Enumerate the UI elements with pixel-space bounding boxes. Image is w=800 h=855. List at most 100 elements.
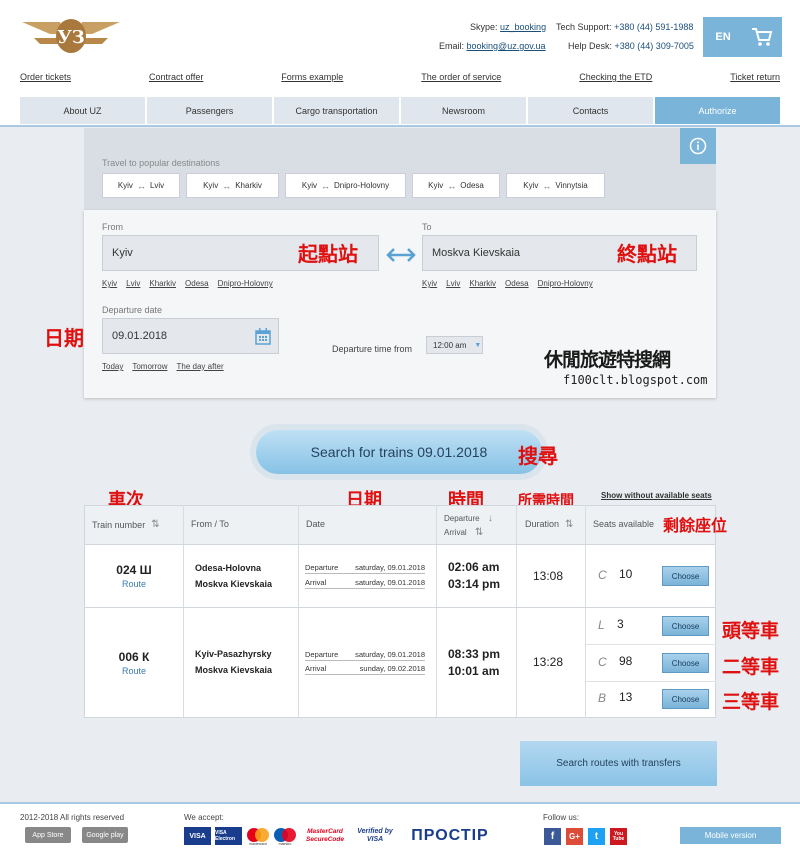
- google-play-badge[interactable]: Google play: [82, 827, 128, 843]
- column-divider: [298, 505, 299, 718]
- route-link[interactable]: Route: [85, 579, 183, 589]
- header-date: Date: [306, 519, 326, 529]
- skype-info: Skype: uz_booking: [470, 22, 546, 32]
- departure-date: Departure saturday, 09.01.2018: [305, 563, 425, 574]
- nav-authorize[interactable]: Authorize: [655, 97, 780, 124]
- nav-passengers[interactable]: Passengers: [147, 97, 272, 124]
- suggestion-link[interactable]: Kyiv: [422, 279, 437, 288]
- sort-icon: ⇅: [565, 519, 574, 530]
- info-button[interactable]: [680, 128, 716, 164]
- mastercard-logo: mastercard: [247, 828, 269, 846]
- choose-button[interactable]: Choose: [662, 616, 709, 636]
- sort-icon: ⇅: [474, 527, 484, 538]
- arrival-date: Arrival sunday, 09.02.2018: [305, 664, 425, 675]
- support-info: Tech Support: +380 (44) 591-1988: [556, 22, 693, 32]
- swap-icon[interactable]: [386, 248, 416, 262]
- language-button[interactable]: EN: [703, 17, 743, 57]
- suggestion-link[interactable]: Lviv: [446, 279, 460, 288]
- header-departure[interactable]: Departure ↓: [444, 513, 493, 524]
- calendar-icon[interactable]: [255, 328, 271, 345]
- choose-button[interactable]: Choose: [662, 566, 709, 586]
- search-trains-button[interactable]: Search for trains 09.01.2018: [256, 430, 542, 474]
- station-to: Moskva Kievskaia: [195, 579, 273, 589]
- date-value: 09.01.2018: [112, 330, 168, 342]
- suggestion-link[interactable]: Dnipro-Holovny: [538, 279, 593, 288]
- duration: 13:08: [533, 569, 564, 583]
- suggestion-link[interactable]: Kharkiv: [149, 279, 176, 288]
- email-label: Email:: [439, 41, 465, 51]
- date-link-day-after[interactable]: The day after: [176, 362, 223, 371]
- header-arrival[interactable]: Arrival ⇅: [444, 527, 483, 538]
- youtube-icon[interactable]: You Tube: [610, 828, 627, 845]
- suggestion-link[interactable]: Lviv: [126, 279, 140, 288]
- skype-link[interactable]: uz_booking: [500, 22, 546, 32]
- chip-to: Dnipro-Holovny: [333, 181, 390, 190]
- cart-button[interactable]: [742, 17, 782, 57]
- column-divider: [585, 505, 586, 718]
- uz-logo[interactable]: УЗ: [20, 14, 122, 56]
- toplink-order-of-service[interactable]: The order of service: [421, 72, 501, 82]
- date-kind: Arrival: [305, 578, 327, 587]
- search-transfers-button[interactable]: Search routes with transfers: [520, 741, 717, 786]
- seat-count: 13: [619, 690, 633, 704]
- nav-about-uz[interactable]: About UZ: [20, 97, 145, 124]
- suggestion-link[interactable]: Kharkiv: [469, 279, 496, 288]
- two-way-arrow-icon: ↔: [136, 180, 146, 191]
- we-accept-label: We accept:: [184, 813, 224, 822]
- badge-label: App Store: [32, 831, 64, 839]
- popular-chip[interactable]: Kyiv ↔ Lviv: [102, 173, 180, 198]
- toplink-checking-etd[interactable]: Checking the ETD: [579, 72, 652, 82]
- chip-from: Kyiv: [523, 181, 539, 190]
- train-number: 024 Ш: [116, 563, 152, 577]
- date-input[interactable]: 09.01.2018: [102, 318, 279, 354]
- choose-label: Choose: [671, 571, 700, 581]
- route-link[interactable]: Route: [85, 666, 183, 676]
- header-duration[interactable]: Duration ⇅: [525, 519, 573, 530]
- app-store-badge[interactable]: App Store: [25, 827, 71, 843]
- maestro-logo: maestro: [274, 828, 296, 846]
- nav-cargo[interactable]: Cargo transportation: [274, 97, 399, 124]
- social-glyph: f: [550, 831, 555, 842]
- toplink-forms-example[interactable]: Forms example: [281, 72, 343, 82]
- google-plus-icon[interactable]: G+: [566, 828, 583, 845]
- seat-divider: [586, 681, 716, 682]
- time-select[interactable]: 12:00 am ▼: [426, 336, 483, 354]
- suggestion-link[interactable]: Dnipro-Holovny: [218, 279, 273, 288]
- arrival-time: 03:14 pm: [448, 577, 501, 591]
- annotation-search: 搜尋: [518, 444, 558, 468]
- toplink-ticket-return[interactable]: Ticket return: [730, 72, 780, 82]
- date-link-tomorrow[interactable]: Tomorrow: [132, 362, 167, 371]
- date-quick-links: Today Tomorrow The day after: [102, 362, 224, 371]
- support-phone: +380 (44) 591-1988: [614, 22, 694, 32]
- choose-button[interactable]: Choose: [662, 653, 709, 673]
- nav-newsroom[interactable]: Newsroom: [401, 97, 526, 124]
- nav-contacts[interactable]: Contacts: [528, 97, 653, 124]
- toplink-order-tickets[interactable]: Order tickets: [20, 72, 71, 82]
- social-glyph: G+: [569, 832, 580, 841]
- popular-chip[interactable]: Kyiv ↔ Dnipro-Holovny: [285, 173, 406, 198]
- show-without-seats-link[interactable]: Show without available seats: [601, 491, 712, 500]
- suggestion-link[interactable]: Odesa: [185, 279, 209, 288]
- header-train-number[interactable]: Train number ⇅: [92, 519, 160, 530]
- date-link-today[interactable]: Today: [102, 362, 123, 371]
- choose-button[interactable]: Choose: [662, 689, 709, 709]
- popular-chip[interactable]: Kyiv ↔ Odesa: [412, 173, 500, 198]
- suggestion-link[interactable]: Kyiv: [102, 279, 117, 288]
- popular-chip[interactable]: Kyiv ↔ Kharkiv: [186, 173, 279, 198]
- helpdesk-info: Help Desk: +380 (44) 309-7005: [568, 41, 694, 51]
- email-link[interactable]: booking@uz.gov.ua: [467, 41, 546, 51]
- two-way-arrow-icon: ↔: [542, 180, 552, 191]
- popular-chip[interactable]: Kyiv ↔ Vinnytsia: [506, 173, 605, 198]
- suggestion-link[interactable]: Odesa: [505, 279, 529, 288]
- toplink-contract-offer[interactable]: Contract offer: [149, 72, 203, 82]
- seat-count: 10: [619, 567, 633, 581]
- chip-from: Kyiv: [301, 181, 317, 190]
- visa-logo: VISA: [184, 827, 211, 845]
- facebook-icon[interactable]: f: [544, 828, 561, 845]
- helpdesk-phone: +380 (44) 309-7005: [614, 41, 694, 51]
- annotation-destination: 終點站: [617, 242, 677, 266]
- support-label: Tech Support:: [556, 22, 612, 32]
- date-value: saturday, 09.01.2018: [355, 650, 425, 659]
- twitter-icon[interactable]: t: [588, 828, 605, 845]
- mobile-version-button[interactable]: Mobile version: [680, 827, 781, 844]
